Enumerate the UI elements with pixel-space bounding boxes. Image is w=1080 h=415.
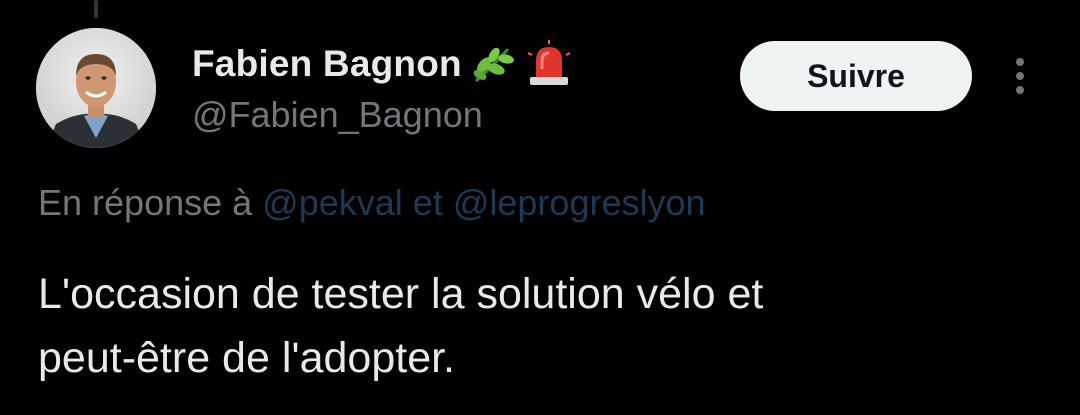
avatar[interactable] bbox=[36, 28, 156, 148]
police-light-icon bbox=[524, 39, 574, 89]
author-display-name[interactable]: Fabien Bagnon bbox=[192, 43, 462, 85]
thread-connector-line bbox=[94, 0, 98, 18]
follow-button[interactable]: Suivre bbox=[740, 41, 972, 111]
herb-icon bbox=[468, 39, 518, 89]
reply-mention-pekval[interactable]: @pekval bbox=[262, 182, 403, 223]
tweet-text: L'occasion de tester la solution vélo et… bbox=[38, 262, 1038, 390]
reply-context: En réponse à @pekval et @leprogreslyon bbox=[38, 182, 706, 224]
author-name-row: Fabien Bagnon bbox=[192, 38, 574, 90]
tweet-text-line-1: L'occasion de tester la solution vélo et bbox=[38, 270, 764, 318]
author-handle[interactable]: @Fabien_Bagnon bbox=[192, 94, 483, 136]
more-vertical-icon[interactable] bbox=[1000, 54, 1040, 98]
reply-mention-leprogreslyon[interactable]: @leprogreslyon bbox=[453, 182, 706, 223]
reply-prefix: En réponse à bbox=[38, 182, 253, 223]
reply-connector: et bbox=[412, 182, 443, 223]
tweet-text-line-2: peut-être de l'adopter. bbox=[38, 334, 456, 382]
